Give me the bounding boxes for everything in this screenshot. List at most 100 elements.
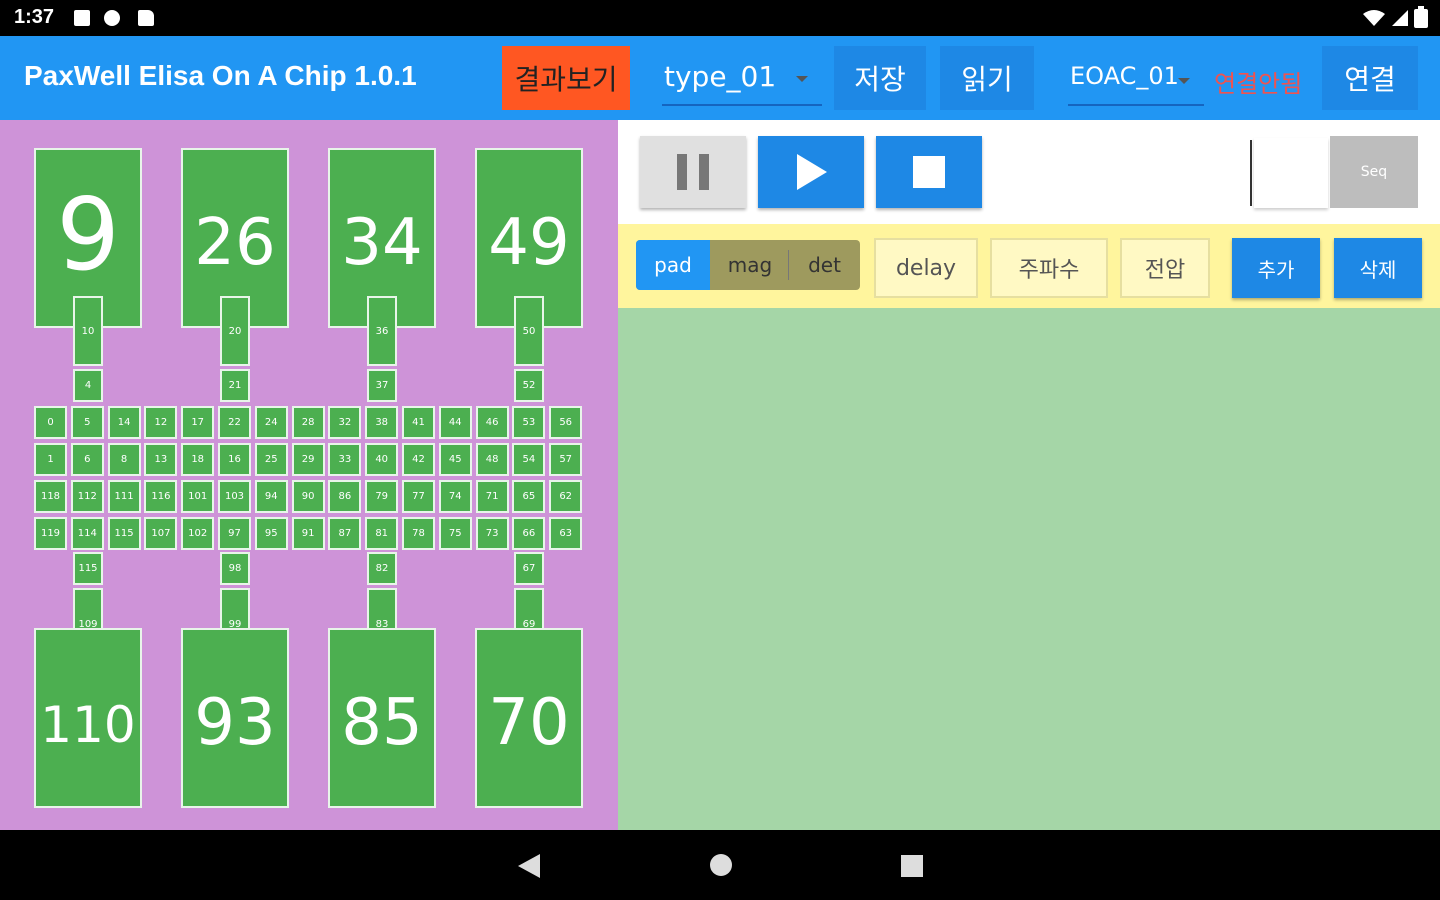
home-icon[interactable] (708, 852, 734, 878)
electrode-cell[interactable]: 40 (365, 443, 399, 476)
electrode-cell[interactable]: 54 (512, 443, 546, 476)
delay-button[interactable]: delay (874, 238, 978, 298)
param-row: pad mag det delay 주파수 전압 추가 삭제 (618, 224, 1440, 308)
electrode-cell[interactable]: 77 (402, 480, 435, 513)
segment-pad[interactable]: pad (636, 240, 710, 290)
electrode-cell[interactable]: 44 (438, 406, 472, 439)
electrode-cell[interactable]: 102 (181, 517, 215, 550)
connector[interactable]: 50 (514, 296, 544, 366)
electrode-cell[interactable]: 16 (218, 443, 251, 476)
connector[interactable]: 82 (367, 552, 397, 585)
connector[interactable]: 37 (367, 369, 397, 402)
electrode-cell[interactable]: 107 (144, 517, 178, 550)
type-dropdown[interactable]: type_01 (662, 50, 822, 106)
electrode-cell[interactable]: 53 (512, 406, 546, 439)
electrode-cell[interactable]: 66 (512, 517, 546, 550)
electrode-cell[interactable]: 41 (402, 406, 435, 439)
electrode-cell[interactable]: 33 (328, 443, 362, 476)
result-button[interactable]: 결과보기 (502, 46, 630, 110)
electrode-cell[interactable]: 5 (70, 406, 104, 439)
save-button[interactable]: 저장 (834, 46, 926, 110)
electrode-cell[interactable]: 74 (438, 480, 472, 513)
electrode-cell[interactable]: 111 (107, 480, 141, 513)
electrode-cell[interactable]: 91 (291, 517, 325, 550)
electrode-cell[interactable]: 57 (549, 443, 583, 476)
segment-mag[interactable]: mag (712, 240, 788, 290)
add-button[interactable]: 추가 (1232, 238, 1320, 298)
connector[interactable]: 4 (73, 369, 103, 402)
electrode-cell[interactable]: 42 (402, 443, 435, 476)
electrode-cell[interactable]: 103 (218, 480, 251, 513)
recents-icon[interactable] (900, 854, 924, 878)
electrode-cell[interactable]: 6 (70, 443, 104, 476)
electrode-cell[interactable]: 81 (365, 517, 399, 550)
pad-bottom[interactable]: 110 (34, 628, 142, 808)
electrode-cell[interactable]: 118 (34, 480, 67, 513)
segment-det[interactable]: det (789, 240, 860, 290)
read-button[interactable]: 읽기 (940, 46, 1034, 110)
connector[interactable]: 67 (514, 552, 544, 585)
electrode-cell[interactable]: 62 (549, 480, 583, 513)
pad-bottom[interactable]: 93 (181, 628, 289, 808)
electrode-cell[interactable]: 75 (438, 517, 472, 550)
connector[interactable]: 36 (367, 296, 397, 366)
connector[interactable]: 10 (73, 296, 103, 366)
pad-bottom[interactable]: 85 (328, 628, 436, 808)
electrode-cell[interactable]: 71 (475, 480, 509, 513)
electrode-cell[interactable]: 115 (107, 517, 141, 550)
electrode-cell[interactable]: 12 (144, 406, 178, 439)
electrode-cell[interactable]: 90 (291, 480, 325, 513)
electrode-cell[interactable]: 79 (365, 480, 399, 513)
electrode-cell[interactable]: 95 (254, 517, 288, 550)
frequency-button[interactable]: 주파수 (990, 238, 1108, 298)
seq-button[interactable]: Seq (1330, 136, 1418, 208)
connector[interactable]: 21 (220, 369, 250, 402)
electrode-cell[interactable]: 14 (107, 406, 141, 439)
electrode-cell[interactable]: 1 (34, 443, 67, 476)
stop-button[interactable] (876, 136, 982, 208)
electrode-cell[interactable]: 116 (144, 480, 178, 513)
sequence-area[interactable]: Seq pad mag det delay 주파수 전압 추가 삭제 (618, 120, 1440, 830)
voltage-button[interactable]: 전압 (1120, 238, 1210, 298)
electrode-cell[interactable]: 65 (512, 480, 546, 513)
electrode-cell[interactable]: 28 (291, 406, 325, 439)
electrode-cell[interactable]: 46 (475, 406, 509, 439)
electrode-cell[interactable]: 29 (291, 443, 325, 476)
electrode-cell[interactable]: 38 (365, 406, 399, 439)
electrode-cell[interactable]: 112 (70, 480, 104, 513)
electrode-cell[interactable]: 119 (34, 517, 67, 550)
play-button[interactable] (758, 136, 864, 208)
electrode-cell[interactable]: 32 (328, 406, 362, 439)
electrode-cell[interactable]: 24 (254, 406, 288, 439)
delete-button[interactable]: 삭제 (1334, 238, 1422, 298)
device-dropdown[interactable]: EOAC_01 (1068, 52, 1204, 106)
electrode-cell[interactable]: 18 (181, 443, 215, 476)
electrode-cell[interactable]: 8 (107, 443, 141, 476)
electrode-cell[interactable]: 78 (402, 517, 435, 550)
electrode-cell[interactable]: 114 (70, 517, 104, 550)
electrode-cell[interactable]: 97 (218, 517, 251, 550)
electrode-cell[interactable]: 48 (475, 443, 509, 476)
electrode-cell[interactable]: 45 (438, 443, 472, 476)
connector[interactable]: 52 (514, 369, 544, 402)
electrode-cell[interactable]: 22 (218, 406, 251, 439)
electrode-cell[interactable]: 25 (254, 443, 288, 476)
pause-button[interactable] (640, 136, 746, 208)
electrode-cell[interactable]: 101 (181, 480, 215, 513)
electrode-cell[interactable]: 0 (34, 406, 67, 439)
pad-bottom[interactable]: 70 (475, 628, 583, 808)
electrode-cell[interactable]: 13 (144, 443, 178, 476)
connector[interactable]: 98 (220, 552, 250, 585)
electrode-cell[interactable]: 73 (475, 517, 509, 550)
electrode-cell[interactable]: 63 (549, 517, 583, 550)
electrode-cell[interactable]: 17 (181, 406, 215, 439)
back-icon[interactable] (516, 852, 542, 880)
electrode-cell[interactable]: 56 (549, 406, 583, 439)
seq-input[interactable] (1254, 138, 1328, 208)
electrode-cell[interactable]: 86 (328, 480, 362, 513)
connect-button[interactable]: 연결 (1322, 46, 1418, 110)
electrode-cell[interactable]: 87 (328, 517, 362, 550)
connector[interactable]: 20 (220, 296, 250, 366)
connector[interactable]: 115 (73, 552, 103, 585)
electrode-cell[interactable]: 94 (254, 480, 288, 513)
